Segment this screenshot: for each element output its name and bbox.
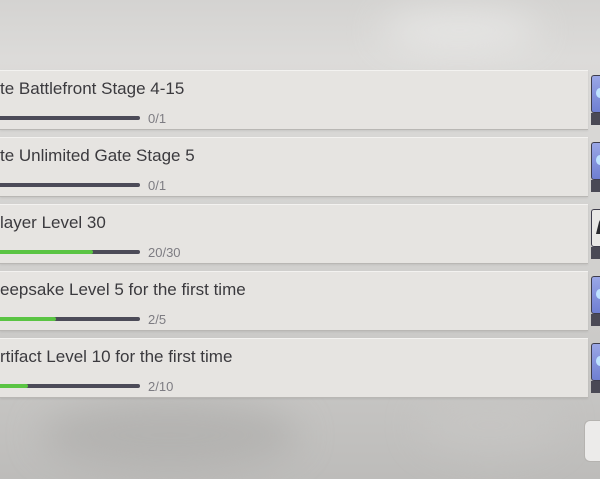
- gem-icon: [596, 356, 600, 366]
- progress-count: 0/1: [148, 178, 167, 193]
- background-blur: [420, 395, 560, 455]
- progress-count: 20/30: [148, 245, 181, 260]
- mission-title: layer Level 30: [0, 213, 106, 232]
- progress-bar: [0, 250, 140, 254]
- mission-title: te Unlimited Gate Stage 5: [0, 146, 195, 165]
- reward-count-tab: [591, 113, 600, 125]
- reward-gem-icon[interactable]: [591, 142, 600, 180]
- progress-fill: [0, 317, 56, 321]
- progress-bar: [0, 183, 140, 187]
- mission-title: rtifact Level 10 for the first time: [0, 347, 233, 366]
- progress-fill: [0, 384, 28, 388]
- background-blur: [40, 400, 300, 470]
- gem-icon: [596, 155, 600, 165]
- progress-fill: [0, 250, 94, 254]
- mission-title: eepsake Level 5 for the first time: [0, 280, 246, 299]
- side-button[interactable]: [584, 420, 600, 462]
- mission-row[interactable]: te Unlimited Gate Stage 5 0/1: [0, 137, 600, 197]
- reward-gem-icon[interactable]: [591, 75, 600, 113]
- reward-character-icon[interactable]: [591, 209, 600, 247]
- progress-count: 0/1: [148, 111, 167, 126]
- progress-count: 2/10: [148, 379, 174, 394]
- reward-count-tab: [591, 247, 600, 259]
- mission-row[interactable]: layer Level 30 20/30: [0, 204, 600, 264]
- progress-bar: [0, 317, 140, 321]
- reward-gem-icon[interactable]: [591, 343, 600, 381]
- mission-row[interactable]: rtifact Level 10 for the first time 2/10: [0, 338, 600, 398]
- progress-bar: [0, 384, 140, 388]
- mission-row[interactable]: te Battlefront Stage 4-15 0/1: [0, 70, 600, 130]
- gem-icon: [596, 289, 600, 299]
- reward-gem-icon[interactable]: [591, 276, 600, 314]
- reward-count-tab: [591, 180, 600, 192]
- reward-count-tab: [591, 381, 600, 393]
- gem-icon: [596, 88, 600, 98]
- progress-count: 2/5: [148, 312, 167, 327]
- mission-title: te Battlefront Stage 4-15: [0, 79, 185, 98]
- progress-bar: [0, 116, 140, 120]
- background-blur: [380, 10, 540, 50]
- character-icon: [596, 220, 600, 234]
- reward-count-tab: [591, 314, 600, 326]
- mission-row[interactable]: eepsake Level 5 for the first time 2/5: [0, 271, 600, 331]
